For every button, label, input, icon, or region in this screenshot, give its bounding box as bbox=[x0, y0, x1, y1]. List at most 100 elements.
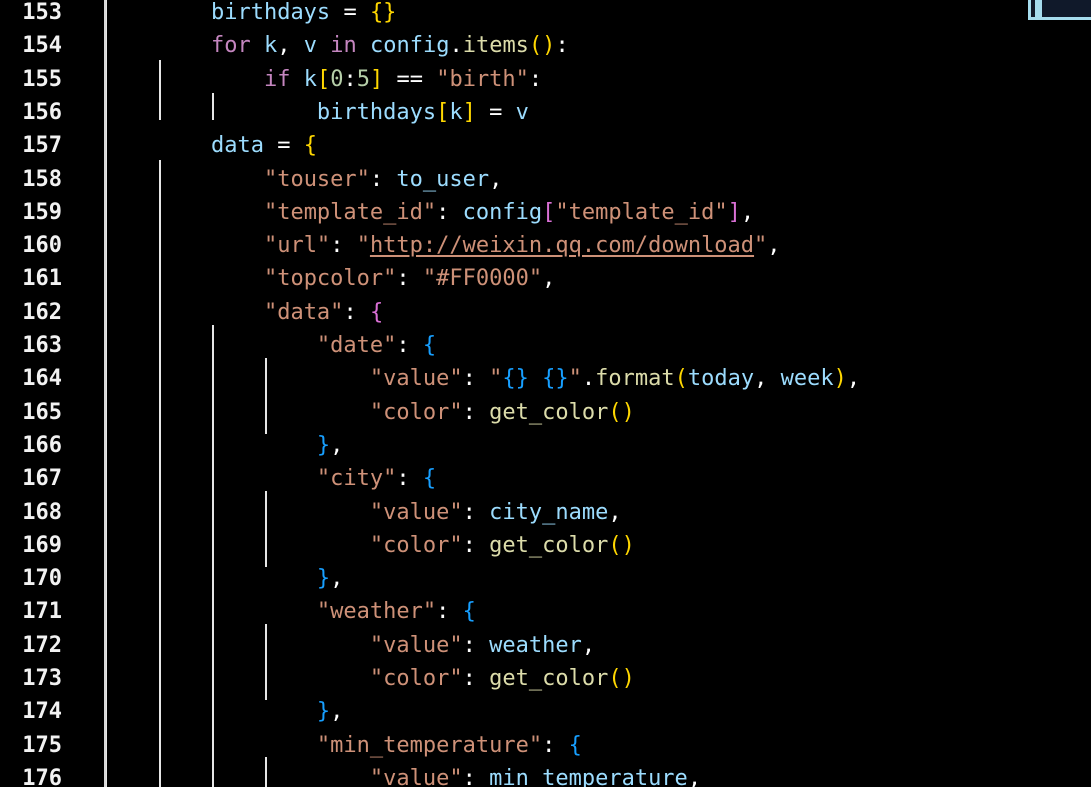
code-line-text: "date": { bbox=[105, 329, 436, 362]
token-var: today bbox=[687, 366, 755, 392]
line-number-gutter[interactable]: 153 154 155 156 157 158 159 160 161 162 163 164 165 1… bbox=[0, 0, 104, 787]
code-line[interactable]: "value": "{} {}".format(today, week), bbox=[0, 362, 1091, 395]
gutter-divider bbox=[104, 0, 106, 787]
code-line-text: "template_id": config["template_id"], bbox=[105, 196, 754, 229]
token-brk1: [ bbox=[436, 99, 450, 125]
token-plain: , bbox=[608, 499, 622, 525]
line-number[interactable]: 160 bbox=[0, 229, 62, 262]
line-number[interactable]: 175 bbox=[0, 729, 62, 762]
code-line[interactable]: "color": get_color() bbox=[0, 662, 1091, 695]
token-plain: , bbox=[740, 199, 755, 225]
line-number[interactable]: 153 bbox=[0, 0, 62, 29]
token-plain: : bbox=[436, 199, 463, 225]
code-line-text: }, bbox=[105, 429, 344, 462]
line-number[interactable]: 168 bbox=[0, 496, 62, 529]
line-number[interactable]: 154 bbox=[0, 29, 62, 62]
token-brk2: { bbox=[369, 299, 384, 325]
line-number[interactable]: 158 bbox=[0, 163, 62, 196]
code-line[interactable]: }, bbox=[0, 695, 1091, 728]
code-line[interactable]: "url": "http://weixin.qq.com/download", bbox=[0, 229, 1091, 262]
code-line[interactable]: "template_id": config["template_id"], bbox=[0, 196, 1091, 229]
token-brk2: [ bbox=[542, 199, 556, 225]
code-line[interactable]: for k, v in config.items(): bbox=[0, 29, 1091, 62]
line-number[interactable]: 161 bbox=[0, 262, 62, 295]
token-func: get_color bbox=[489, 532, 609, 558]
line-number[interactable]: 174 bbox=[0, 695, 62, 728]
minimap-scroll-slider[interactable] bbox=[1028, 0, 1091, 20]
token-brk3: { bbox=[422, 333, 437, 358]
token-brk1: ] bbox=[462, 99, 476, 125]
token-plain: , bbox=[330, 699, 344, 725]
code-line[interactable]: "data": { bbox=[0, 296, 1091, 329]
token-str: "#FF0000" bbox=[422, 266, 543, 292]
code-line-text: "touser": to_user, bbox=[105, 163, 502, 196]
code-line[interactable]: "value": weather, bbox=[0, 629, 1091, 662]
line-number[interactable]: 159 bbox=[0, 196, 62, 229]
code-line-text: "min_temperature": { bbox=[105, 729, 582, 762]
code-line[interactable]: "topcolor": "#FF0000", bbox=[0, 262, 1091, 295]
code-content-area[interactable]: birthdays = {} for k, v in config.items(… bbox=[0, 0, 1091, 787]
code-line[interactable]: "weather": { bbox=[0, 595, 1091, 628]
token-str: "value" bbox=[369, 765, 463, 787]
token-plain: , bbox=[330, 432, 344, 458]
code-line-text: "value": city_name, bbox=[105, 496, 622, 529]
line-number[interactable]: 163 bbox=[0, 329, 62, 362]
token-brk1: [ bbox=[316, 66, 331, 92]
code-line[interactable]: "value": min_temperature, bbox=[0, 762, 1091, 787]
token-link: http://weixin.qq.com/download bbox=[369, 233, 755, 259]
token-str: "data" bbox=[263, 299, 344, 325]
line-number[interactable]: 162 bbox=[0, 296, 62, 329]
line-number[interactable]: 166 bbox=[0, 429, 62, 462]
line-number[interactable]: 157 bbox=[0, 129, 62, 162]
line-number[interactable]: 165 bbox=[0, 396, 62, 429]
code-line[interactable]: birthdays[k] = v bbox=[0, 96, 1091, 129]
line-number[interactable]: 176 bbox=[0, 762, 62, 787]
line-number[interactable]: 167 bbox=[0, 462, 62, 495]
code-line[interactable]: "value": city_name, bbox=[0, 496, 1091, 529]
token-brk3: { bbox=[568, 732, 582, 758]
code-line[interactable]: if k[0:5] == "birth": bbox=[0, 63, 1091, 96]
line-number[interactable]: 170 bbox=[0, 562, 62, 595]
line-number[interactable]: 172 bbox=[0, 629, 62, 662]
token-var: weather bbox=[489, 632, 582, 658]
token-brk1: () bbox=[608, 532, 635, 558]
code-line[interactable]: }, bbox=[0, 562, 1091, 595]
code-line[interactable]: data = { bbox=[0, 129, 1091, 162]
line-number[interactable]: 164 bbox=[0, 362, 62, 395]
code-line[interactable]: }, bbox=[0, 429, 1091, 462]
code-line[interactable]: "color": get_color() bbox=[0, 529, 1091, 562]
token-plain: : bbox=[462, 399, 490, 425]
code-line-text: "topcolor": "#FF0000", bbox=[105, 262, 555, 295]
code-line-text: "weather": { bbox=[105, 595, 476, 628]
code-line[interactable]: "color": get_color() bbox=[0, 396, 1091, 429]
code-line-text: birthdays[k] = v bbox=[105, 96, 529, 129]
code-line-text: birthdays = {} bbox=[105, 0, 396, 29]
line-number[interactable]: 169 bbox=[0, 529, 62, 562]
line-number[interactable]: 156 bbox=[0, 96, 62, 129]
token-var: k bbox=[449, 99, 463, 125]
token-plain: , bbox=[542, 266, 556, 292]
line-number[interactable]: 155 bbox=[0, 63, 62, 96]
line-number[interactable]: 171 bbox=[0, 595, 62, 628]
code-line[interactable]: "min_temperature": { bbox=[0, 729, 1091, 762]
code-line[interactable]: "date": { bbox=[0, 329, 1091, 362]
code-line-text: }, bbox=[105, 562, 344, 595]
code-editor[interactable]: birthdays = {} for k, v in config.items(… bbox=[0, 0, 1091, 787]
code-line[interactable]: "touser": to_user, bbox=[0, 163, 1091, 196]
token-var: city_name bbox=[489, 499, 609, 525]
code-line[interactable]: birthdays = {} bbox=[0, 0, 1091, 29]
code-line[interactable]: "city": { bbox=[0, 462, 1091, 495]
code-line-text: for k, v in config.items(): bbox=[105, 29, 569, 62]
token-plain: : bbox=[462, 366, 490, 392]
token-plain: : bbox=[343, 66, 357, 92]
minimap-slider-handle[interactable] bbox=[1035, 0, 1042, 17]
line-number[interactable]: 173 bbox=[0, 662, 62, 695]
